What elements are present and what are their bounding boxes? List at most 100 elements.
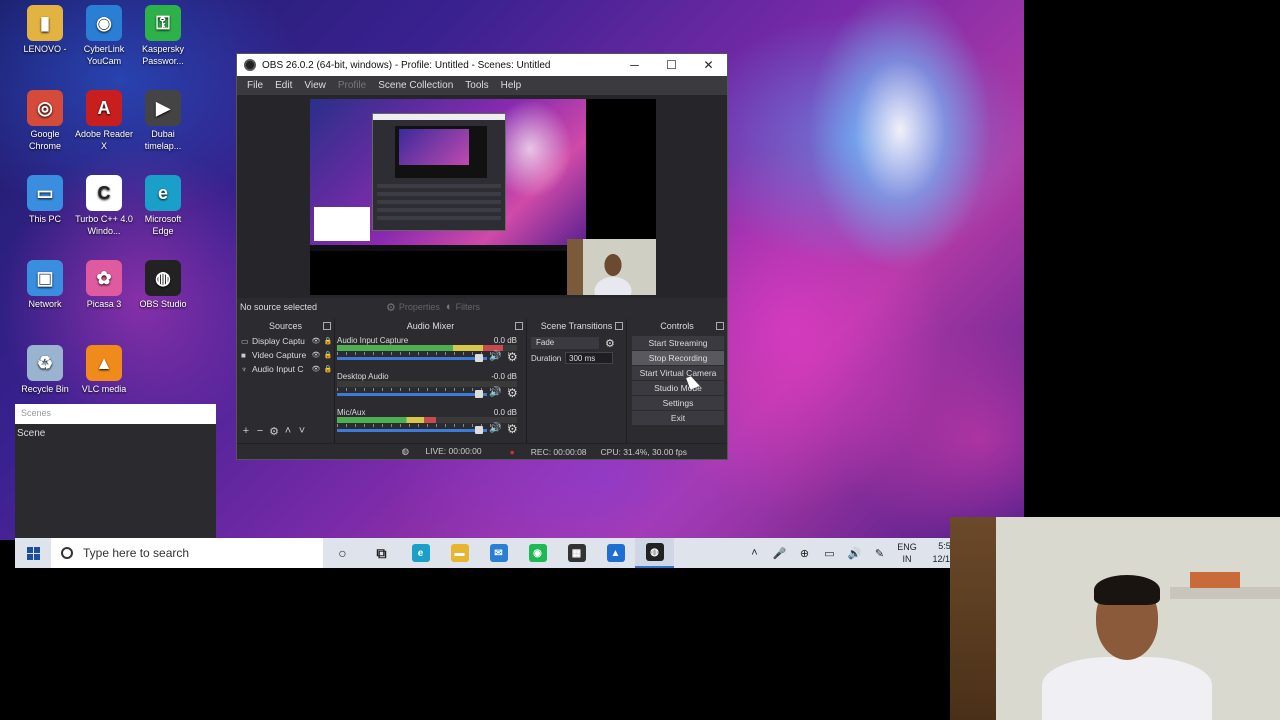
battery-icon[interactable]: ▭ bbox=[817, 547, 842, 560]
language-label: ENG bbox=[897, 542, 917, 552]
studio-mode-button[interactable]: Studio Mode bbox=[632, 381, 724, 395]
speaker-icon[interactable]: 🔊 bbox=[489, 351, 501, 362]
desktop-icon-label: Kaspersky Passwor... bbox=[141, 44, 185, 66]
preview-canvas[interactable] bbox=[310, 99, 656, 295]
volume-fader-knob[interactable] bbox=[475, 390, 483, 398]
desktop-icon-obs-studio[interactable]: ◍ OBS Studio bbox=[133, 260, 193, 310]
preview-nested-docks bbox=[377, 184, 501, 224]
lock-icon[interactable]: 🔒 bbox=[322, 365, 334, 373]
undock-icon[interactable] bbox=[615, 322, 623, 330]
desktop-icon-google-chrome[interactable]: ◎ Google Chrome bbox=[15, 90, 75, 152]
desktop-icon-lenovo[interactable]: ▮ LENOVO - bbox=[15, 5, 75, 55]
eye-icon[interactable]: 👁 bbox=[310, 351, 322, 359]
menu-profile[interactable]: Profile bbox=[332, 80, 372, 91]
start-streaming-button[interactable]: Start Streaming bbox=[632, 336, 724, 350]
properties-button[interactable]: ⚙ Properties bbox=[386, 301, 440, 314]
taskbar-photos-button[interactable]: ▲ bbox=[596, 538, 635, 568]
gear-icon[interactable]: ⚙ bbox=[267, 425, 281, 438]
scenes-panel: Scenes Scene bbox=[15, 404, 216, 540]
taskbar-mail-button[interactable]: ✉ bbox=[479, 538, 518, 568]
source-item[interactable]: ♆ Audio Input C 👁 🔒 bbox=[238, 362, 334, 376]
desktop-icon-picasa-3[interactable]: ✿ Picasa 3 bbox=[74, 260, 134, 310]
volume-fader[interactable] bbox=[337, 393, 487, 396]
minimize-button[interactable]: ─ bbox=[616, 54, 653, 76]
obs-statusbar: ◍ LIVE: 00:00:00 ● REC: 00:00:08 CPU: 31.… bbox=[237, 443, 727, 459]
gear-icon[interactable]: ⚙ bbox=[507, 422, 518, 436]
obs-docks: Sources ▭ Display Captu 👁 🔒 ■ Video Capt… bbox=[237, 319, 727, 444]
transitions-header: Scene Transitions bbox=[527, 319, 626, 333]
gear-icon[interactable]: ⚙ bbox=[507, 386, 518, 400]
desktop-icon-turbo-c-4-0-windo[interactable]: C Turbo C++ 4.0 Windo... bbox=[74, 175, 134, 237]
taskbar-file-explorer-button[interactable]: ▬ bbox=[440, 538, 479, 568]
maximize-button[interactable]: ☐ bbox=[653, 54, 690, 76]
speaker-icon[interactable]: 🔊 bbox=[489, 387, 501, 398]
desktop-icon-network[interactable]: ▣ Network bbox=[15, 260, 75, 310]
eye-icon[interactable]: 👁 bbox=[310, 365, 322, 373]
source-item[interactable]: ■ Video Capture 👁 🔒 bbox=[238, 348, 334, 362]
volume-fader-knob[interactable] bbox=[475, 354, 483, 362]
undock-icon[interactable] bbox=[323, 322, 331, 330]
settings-button[interactable]: Settings bbox=[632, 396, 724, 410]
edge-icon: e bbox=[411, 544, 430, 562]
volume-fader-knob[interactable] bbox=[475, 426, 483, 434]
lock-icon[interactable]: 🔒 bbox=[322, 337, 334, 345]
volume-fader[interactable] bbox=[337, 429, 487, 432]
desktop-icon-recycle-bin[interactable]: ♻ Recycle Bin bbox=[15, 345, 75, 395]
desktop-icon-kaspersky-passwor[interactable]: ⚿ Kaspersky Passwor... bbox=[133, 5, 193, 67]
scene-item[interactable]: Scene bbox=[15, 424, 216, 443]
volume-fader[interactable] bbox=[337, 357, 487, 360]
eye-icon[interactable]: 👁 bbox=[310, 337, 322, 345]
gear-icon[interactable]: ⚙ bbox=[605, 337, 615, 350]
microphone-icon[interactable]: 🎤 bbox=[767, 547, 792, 560]
taskbar-search[interactable]: Type here to search bbox=[51, 538, 323, 568]
desktop-icon-vlc-media[interactable]: ▲ VLC media bbox=[74, 345, 134, 395]
undock-icon[interactable] bbox=[716, 322, 724, 330]
pen-icon[interactable]: ✎ bbox=[867, 547, 892, 560]
channel-db: -0.0 dB bbox=[491, 372, 517, 381]
speaker-icon[interactable]: 🔊 bbox=[489, 423, 501, 434]
lock-icon[interactable]: 🔒 bbox=[322, 351, 334, 359]
source-item[interactable]: ▭ Display Captu 👁 🔒 bbox=[238, 334, 334, 348]
menu-view[interactable]: View bbox=[298, 80, 332, 91]
close-button[interactable]: ✕ bbox=[690, 54, 727, 76]
desktop-icon-label: Google Chrome bbox=[28, 129, 61, 151]
transition-select[interactable]: Fade bbox=[531, 337, 599, 349]
undock-icon[interactable] bbox=[515, 322, 523, 330]
desktop-icon-cyberlink-youcam[interactable]: ◉ CyberLink YouCam bbox=[74, 5, 134, 67]
menu-edit[interactable]: Edit bbox=[269, 80, 298, 91]
taskbar-task-view-button[interactable]: ⧉ bbox=[362, 538, 401, 568]
region-label: IN bbox=[902, 554, 912, 564]
language-indicator[interactable]: ENG IN bbox=[892, 541, 922, 565]
show-hidden-icons-icon[interactable]: ˄ bbox=[742, 547, 767, 559]
gear-icon[interactable]: ⚙ bbox=[507, 350, 518, 364]
desktop-icon-adobe-reader-x[interactable]: A Adobe Reader X bbox=[74, 90, 134, 152]
desktop-icon-dubai-timelap[interactable]: ▶ Dubai timelap... bbox=[133, 90, 193, 152]
desktop-icon-this-pc[interactable]: ▭ This PC bbox=[15, 175, 75, 225]
exit-button[interactable]: Exit bbox=[632, 411, 724, 425]
network-icon[interactable]: ⊕ bbox=[792, 547, 817, 560]
menu-help[interactable]: Help bbox=[495, 80, 528, 91]
desktop-icon-microsoft-edge[interactable]: e Microsoft Edge bbox=[133, 175, 193, 237]
taskbar-store-button[interactable]: ▦ bbox=[557, 538, 596, 568]
taskbar-spotify-button[interactable]: ◉ bbox=[518, 538, 557, 568]
volume-icon[interactable]: 🔊 bbox=[842, 547, 867, 560]
menu-tools[interactable]: Tools bbox=[459, 80, 494, 91]
taskbar-cortana-button[interactable]: ○ bbox=[323, 538, 362, 568]
menu-file[interactable]: File bbox=[241, 80, 269, 91]
stop-recording-button[interactable]: Stop Recording bbox=[632, 351, 724, 365]
search-placeholder: Type here to search bbox=[83, 546, 190, 560]
start-button[interactable] bbox=[15, 538, 51, 568]
taskbar-edge-button[interactable]: e bbox=[401, 538, 440, 568]
controls-title: Controls bbox=[660, 321, 694, 331]
move-down-icon[interactable]: ˅ bbox=[295, 425, 309, 438]
duration-input[interactable]: 300 ms bbox=[565, 352, 613, 364]
start-virtual-camera-button[interactable]: Start Virtual Camera bbox=[632, 366, 724, 380]
menu-scene-collection[interactable]: Scene Collection bbox=[372, 80, 459, 91]
filters-button[interactable]: ◐ Filters bbox=[446, 301, 480, 313]
app-icon: ▭ bbox=[27, 175, 63, 211]
remove-icon[interactable]: − bbox=[253, 425, 267, 438]
move-up-icon[interactable]: ˄ bbox=[281, 425, 295, 438]
add-icon[interactable]: + bbox=[239, 425, 253, 438]
taskbar-obs-button[interactable]: ◍ bbox=[635, 538, 674, 568]
obs-titlebar[interactable]: OBS 26.0.2 (64-bit, windows) - Profile: … bbox=[237, 54, 727, 76]
